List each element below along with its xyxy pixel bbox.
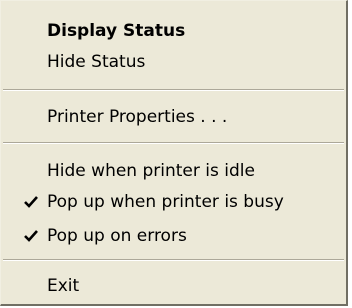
menu-item-label: Exit: [47, 276, 80, 296]
menu-separator: [3, 89, 344, 91]
menu-item-hide-when-idle[interactable]: Hide when printer is idle: [1, 157, 346, 185]
menu-item-label: Pop up on errors: [47, 226, 187, 246]
checkmark-icon: [24, 196, 38, 208]
menu-item-label: Pop up when printer is busy: [47, 192, 284, 212]
menu-separator: [3, 142, 344, 144]
context-menu: Display Status Hide Status Printer Prope…: [0, 0, 348, 306]
checkmark-icon: [24, 230, 38, 242]
menu-item-label: Display Status: [47, 21, 186, 41]
menu-item-label: Hide when printer is idle: [47, 161, 255, 181]
menu-item-pop-up-on-errors[interactable]: Pop up on errors: [1, 222, 346, 250]
menu-item-printer-properties[interactable]: Printer Properties . . .: [1, 103, 346, 131]
menu-separator: [3, 259, 344, 261]
menu-item-pop-up-when-busy[interactable]: Pop up when printer is busy: [1, 188, 346, 216]
menu-item-label: Hide Status: [47, 52, 146, 72]
menu-item-label: Printer Properties . . .: [47, 107, 228, 127]
menu-item-exit[interactable]: Exit: [1, 272, 346, 300]
menu-item-hide-status[interactable]: Hide Status: [1, 48, 346, 76]
menu-item-display-status[interactable]: Display Status: [1, 17, 346, 45]
